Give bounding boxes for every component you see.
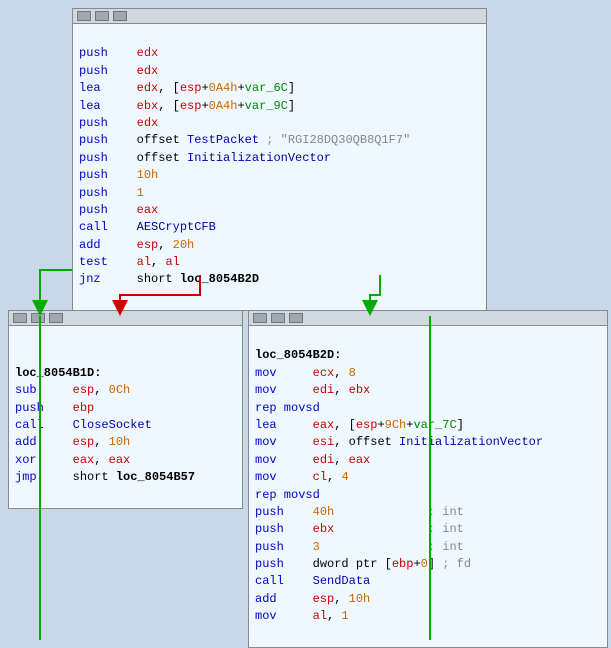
minus-icon (95, 11, 109, 21)
minus-icon (31, 313, 45, 323)
graph-icon (253, 313, 267, 323)
close-icon (113, 11, 127, 21)
graph-icon (13, 313, 27, 323)
bottom-right-titlebar (249, 311, 607, 326)
top-code-box: push edx push edx lea edx, [esp+0A4h+var… (72, 8, 487, 311)
minus-icon (271, 313, 285, 323)
bottom-left-code-content: loc_8054B1D: sub esp, 0Ch push ebp call … (9, 326, 242, 508)
close-icon (289, 313, 303, 323)
bottom-left-code-box: loc_8054B1D: sub esp, 0Ch push ebp call … (8, 310, 243, 509)
graph-icon (77, 11, 91, 21)
bottom-right-code-box: loc_8054B2D: mov ecx, 8 mov edi, ebx rep… (248, 310, 608, 648)
bottom-right-code-content: loc_8054B2D: mov ecx, 8 mov edi, ebx rep… (249, 326, 607, 647)
top-titlebar (73, 9, 486, 24)
close-icon (49, 313, 63, 323)
top-code-content: push edx push edx lea edx, [esp+0A4h+var… (73, 24, 486, 310)
arrow-left-branch (40, 270, 72, 308)
bottom-left-titlebar (9, 311, 242, 326)
